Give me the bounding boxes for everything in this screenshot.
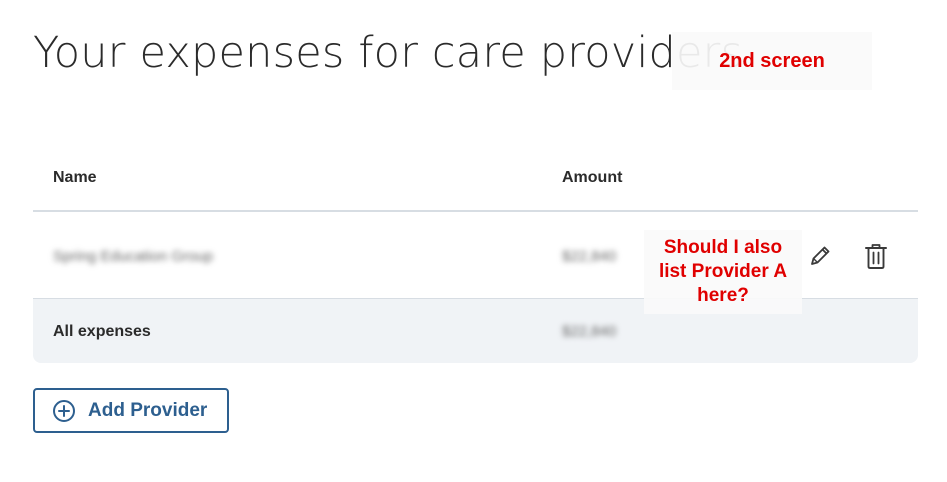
total-label: All expenses: [53, 323, 151, 340]
page-title: Your expenses for care providers: [33, 28, 744, 78]
add-provider-button[interactable]: Add Provider: [33, 388, 229, 433]
column-header-amount: Amount: [562, 169, 623, 186]
trash-icon: [865, 244, 887, 269]
total-amount: $22,840: [562, 323, 617, 340]
annotation-question: Should I also list Provider A here?: [644, 230, 802, 314]
column-header-name: Name: [53, 169, 97, 186]
provider-name: Spring Education Group: [53, 248, 214, 265]
annotation-question-line: list Provider A: [658, 261, 788, 282]
table-header: Name Amount: [33, 150, 918, 212]
annotation-question-line: Should I also: [663, 237, 783, 258]
annotation-screen-note: 2nd screen: [672, 32, 872, 90]
delete-provider-button[interactable]: [862, 242, 890, 270]
page: Your expenses for care providers 2nd scr…: [0, 0, 947, 482]
edit-provider-button[interactable]: [806, 242, 834, 270]
annotation-question-line: here?: [697, 285, 749, 306]
pencil-icon: [811, 246, 830, 265]
add-provider-label: Add Provider: [88, 399, 208, 421]
plus-circle-icon: [52, 399, 76, 423]
provider-amount: $22,840: [562, 248, 617, 265]
